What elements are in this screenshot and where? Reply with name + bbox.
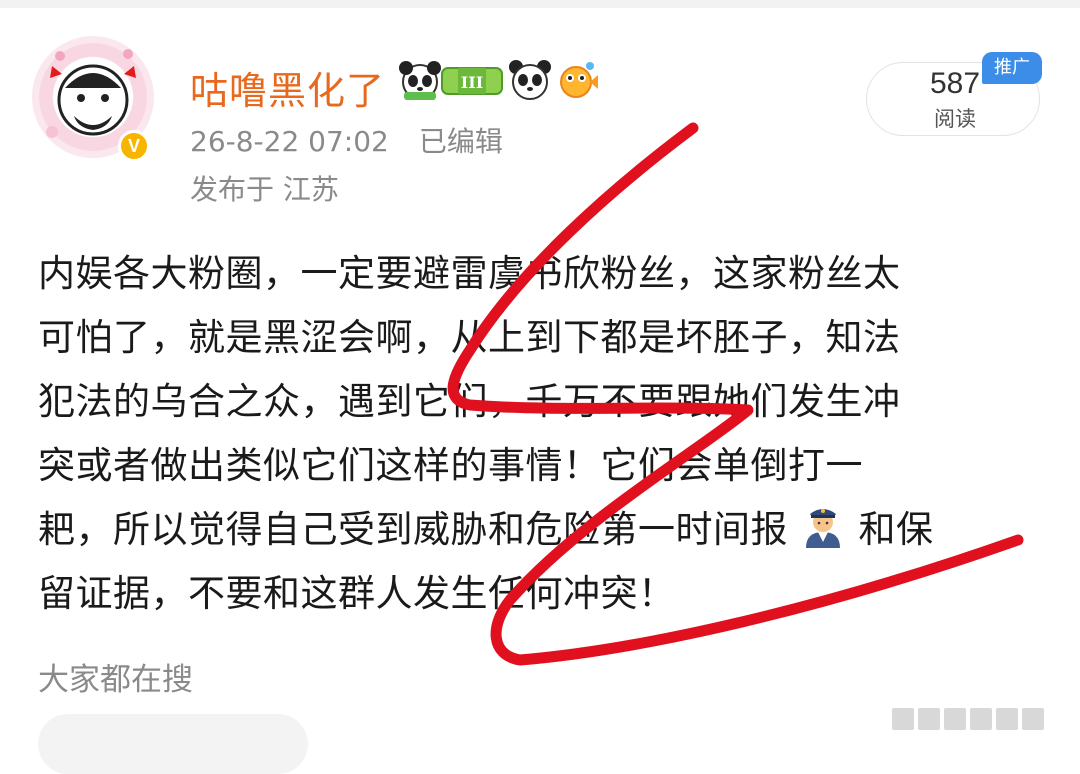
level-iii-badge-icon[interactable]: III: [440, 58, 504, 102]
svg-text:III: III: [461, 73, 483, 92]
content-line: 犯法的乌合之众，遇到它们，千万不要跟她们发生冲: [38, 380, 901, 423]
read-label: 阅读: [934, 107, 976, 131]
content-text: 耙，所以觉得自己受到威胁和危险第一时间报: [38, 508, 788, 551]
content-line: 留证据，不要和这群人发生任何冲突！: [38, 572, 676, 615]
trending-search-title: 大家都在搜: [38, 662, 193, 698]
content-line: 内娱各大粉圈，一定要避雷虞书欣粉丝，这家粉丝太: [38, 252, 901, 295]
top-divider: [0, 0, 1080, 8]
username[interactable]: 咕噜黑化了: [190, 60, 385, 115]
edited-label: 已编辑: [418, 125, 503, 158]
content-line: 突或者做出类似它们这样的事情！它们会单倒打一: [38, 444, 863, 487]
panda-badge-icon[interactable]: [396, 58, 444, 102]
watermark-icon: [892, 708, 1044, 730]
post-meta: 26-8-22 07:02 已编辑: [190, 120, 503, 160]
police-officer-icon: [806, 509, 841, 548]
trending-search-pill[interactable]: [38, 714, 308, 774]
post-content: 内娱各大粉圈，一定要避雷虞书欣粉丝，这家粉丝太 可怕了，就是黑涩会啊，从上到下都…: [38, 242, 1048, 626]
panda-face-icon[interactable]: [508, 58, 552, 102]
fish-icon[interactable]: [554, 58, 598, 102]
post-location: 发布于 江苏: [190, 173, 339, 206]
content-line: 可怕了，就是黑涩会啊，从上到下都是坏胚子，知法: [38, 316, 901, 359]
content-line-with-emoji: 耙，所以觉得自己受到威胁和危险第一时间报 和保: [38, 498, 1048, 562]
content-text: 和保: [858, 508, 934, 551]
promo-tag[interactable]: 推广: [982, 52, 1042, 84]
post-time: 26-8-22 07:02: [190, 125, 389, 158]
avatar[interactable]: V: [32, 36, 154, 162]
verified-badge: V: [118, 130, 150, 162]
